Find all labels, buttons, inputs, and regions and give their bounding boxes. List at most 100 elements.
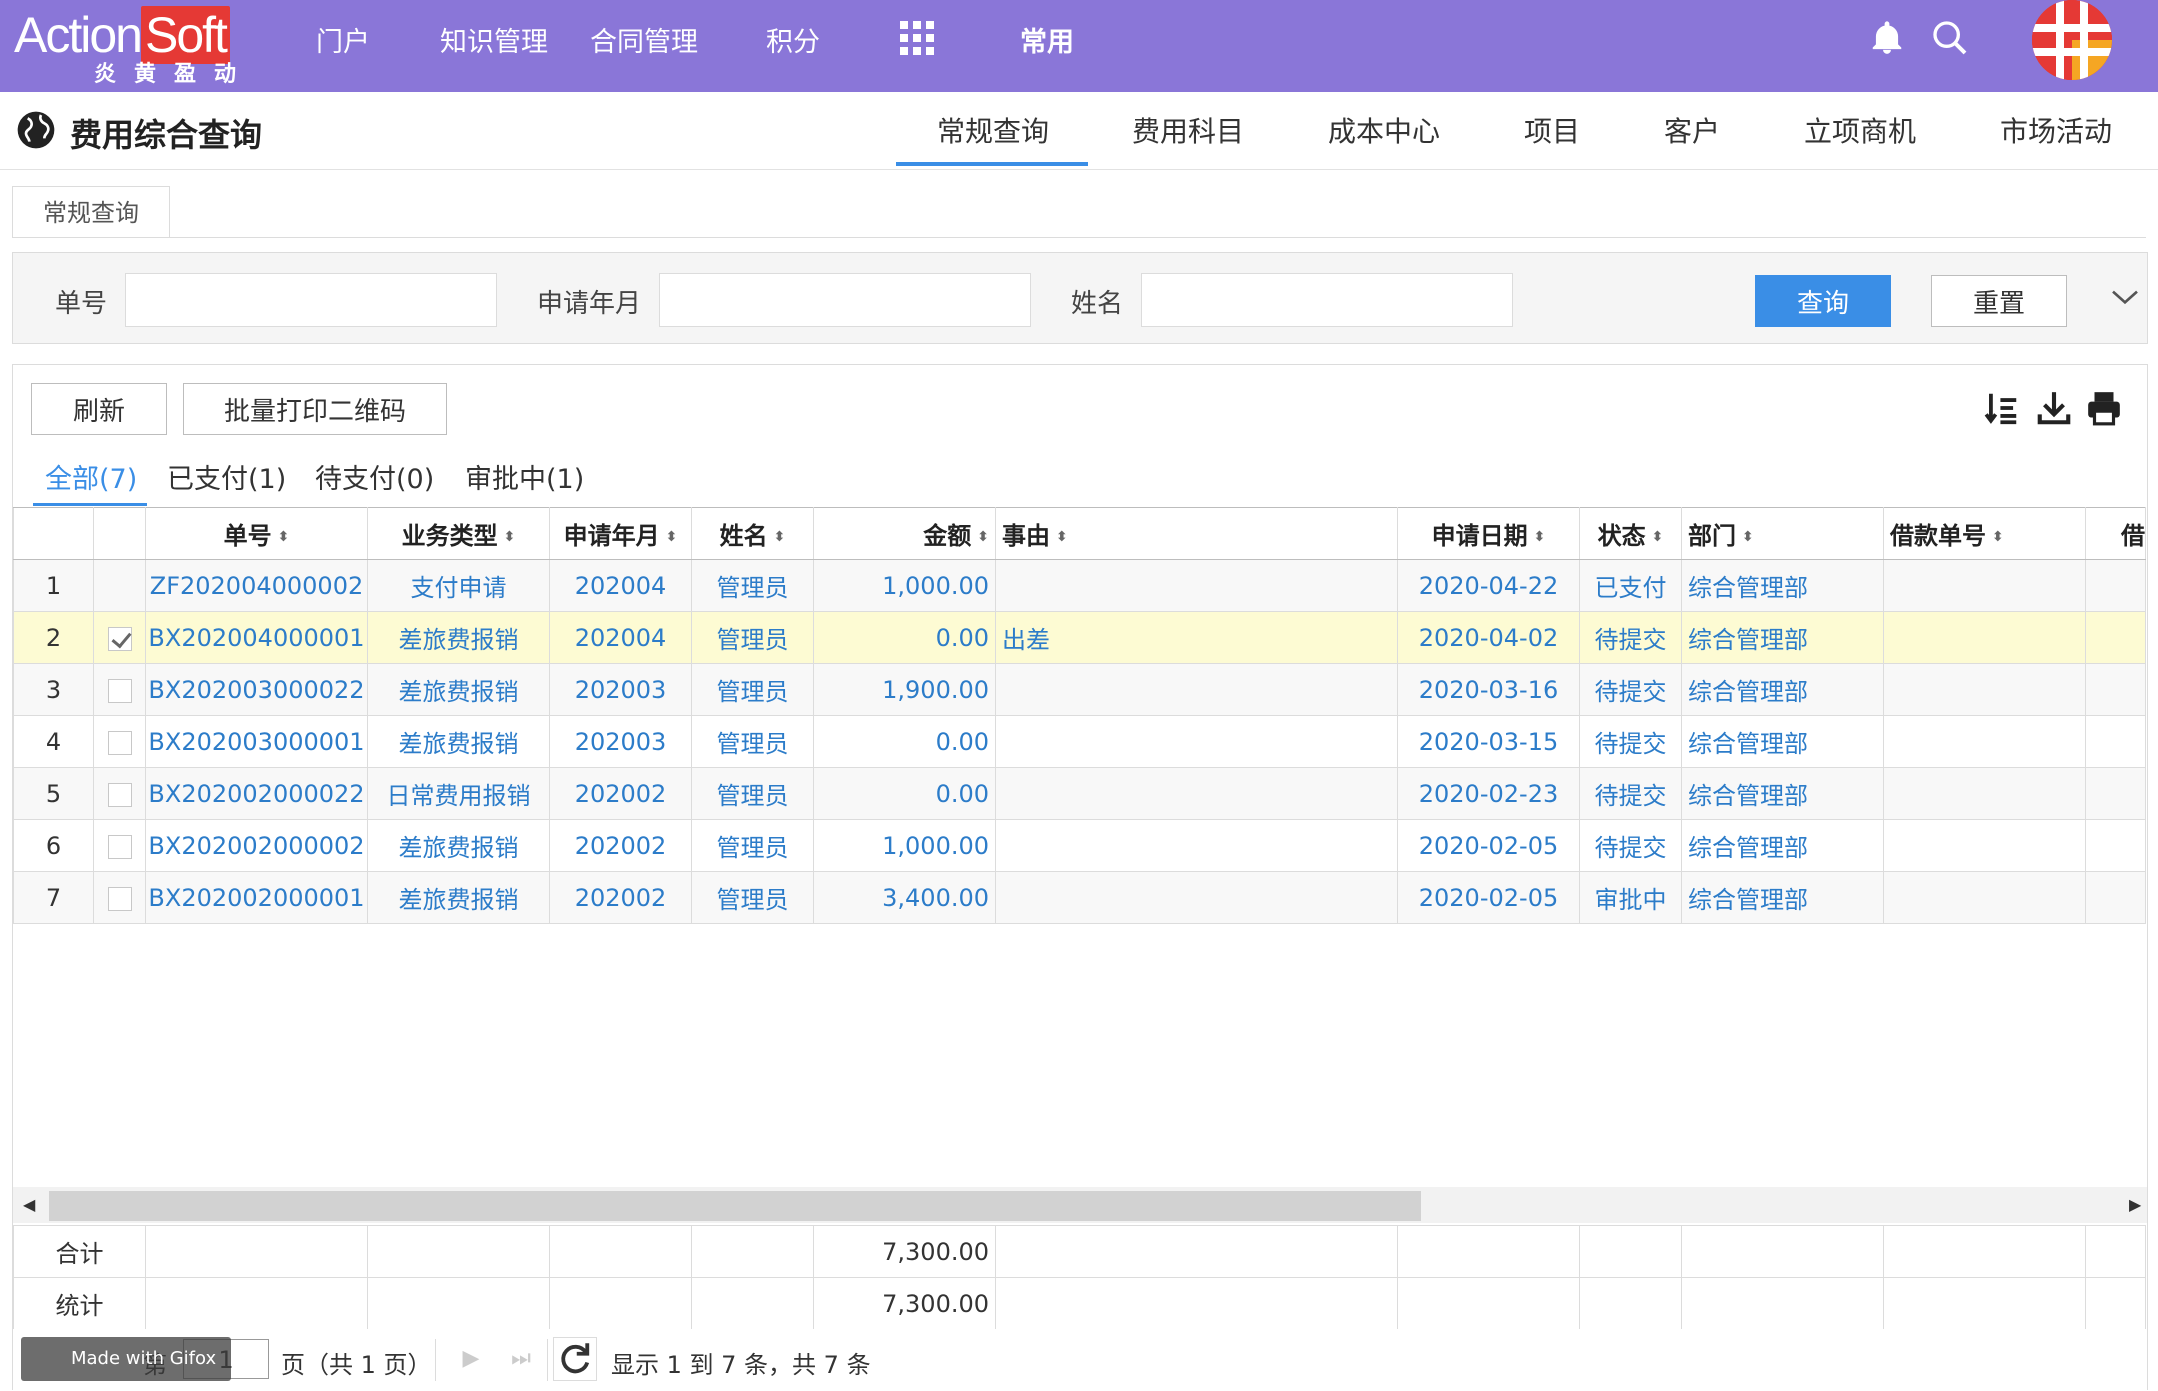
order-no-link[interactable]: BX202002000022 <box>145 767 368 820</box>
nav-common[interactable]: 常用 <box>1020 20 1074 59</box>
date-cell[interactable]: 2020-04-02 <box>1397 611 1580 664</box>
row-checkbox[interactable] <box>107 730 132 755</box>
print-icon[interactable] <box>2085 389 2123 427</box>
nav-points[interactable]: 积分 <box>766 20 820 59</box>
col-type[interactable]: 业务类型 ⬍ <box>367 507 550 560</box>
date-cell[interactable]: 2020-02-23 <box>1397 767 1580 820</box>
scroll-left-icon[interactable]: ◀ <box>23 1195 35 1214</box>
chevron-down-icon[interactable] <box>2109 281 2141 313</box>
sort-icon[interactable]: ⬍ <box>278 529 290 545</box>
loan-no-cell[interactable] <box>1883 559 2086 612</box>
month-cell[interactable]: 202002 <box>549 871 692 924</box>
month-cell[interactable]: 202004 <box>549 559 692 612</box>
loan-no-cell[interactable] <box>1883 663 2086 716</box>
sort-icon[interactable]: ⬍ <box>1056 529 1068 545</box>
type-cell[interactable]: 差旅费报销 <box>367 715 550 768</box>
name-cell[interactable]: 管理员 <box>691 663 814 716</box>
col-loan-no[interactable]: 借款单号 ⬍ <box>1883 507 2086 560</box>
nav-contract[interactable]: 合同管理 <box>590 20 698 59</box>
row-select[interactable] <box>93 871 146 924</box>
sort-icon[interactable]: ⬍ <box>774 529 786 545</box>
reason-cell[interactable] <box>995 871 1398 924</box>
subtab-regular-query[interactable]: 常规查询 <box>12 186 170 238</box>
status-cell[interactable]: 待提交 <box>1579 819 1682 872</box>
dept-cell[interactable]: 综合管理部 <box>1681 871 1884 924</box>
reason-cell[interactable] <box>995 715 1398 768</box>
order-no-link[interactable]: BX202003000022 <box>145 663 368 716</box>
row-checkbox[interactable] <box>107 782 132 807</box>
last-page-icon[interactable]: ⏭ <box>503 1341 539 1377</box>
status-cell[interactable]: 待提交 <box>1579 663 1682 716</box>
avatar[interactable] <box>2032 0 2112 80</box>
month-cell[interactable]: 202003 <box>549 715 692 768</box>
table-row[interactable]: 3 BX202003000022 差旅费报销 202003 管理员 1,900.00 202… <box>13 663 2146 716</box>
tab-marketing[interactable]: 市场活动 <box>2000 110 2112 150</box>
type-cell[interactable]: 差旅费报销 <box>367 871 550 924</box>
loan-no-cell[interactable] <box>1883 715 2086 768</box>
reason-cell[interactable] <box>995 559 1398 612</box>
name-cell[interactable]: 管理员 <box>691 819 814 872</box>
col-amount[interactable]: 金额 ⬍ <box>813 507 996 560</box>
tab-expense-subject[interactable]: 费用科目 <box>1132 110 1244 150</box>
download-icon[interactable] <box>2035 389 2073 427</box>
row-checkbox[interactable] <box>107 626 132 651</box>
name-cell[interactable]: 管理员 <box>691 715 814 768</box>
loan-no-cell[interactable] <box>1883 611 2086 664</box>
dept-cell[interactable]: 综合管理部 <box>1681 715 1884 768</box>
order-no-input[interactable] <box>125 273 497 327</box>
order-no-link[interactable]: BX202004000001 <box>145 611 368 664</box>
refresh-button[interactable]: 刷新 <box>31 383 167 435</box>
table-row[interactable]: 7 BX202002000001 差旅费报销 202002 管理员 3,400.00 202… <box>13 871 2146 924</box>
row-select[interactable] <box>93 819 146 872</box>
month-cell[interactable]: 202002 <box>549 767 692 820</box>
col-order-no[interactable]: 单号 ⬍ <box>145 507 368 560</box>
type-cell[interactable]: 日常费用报销 <box>367 767 550 820</box>
name-cell[interactable]: 管理员 <box>691 871 814 924</box>
sort-icon[interactable]: ⬍ <box>977 529 989 545</box>
status-cell[interactable]: 审批中 <box>1579 871 1682 924</box>
row-select[interactable] <box>93 611 146 664</box>
status-cell[interactable]: 待提交 <box>1579 767 1682 820</box>
status-cell[interactable]: 已支付 <box>1579 559 1682 612</box>
sort-icon[interactable]: ⬍ <box>504 529 516 545</box>
amount-cell[interactable]: 0.00 <box>813 611 996 664</box>
col-dept[interactable]: 部门 ⬍ <box>1681 507 1884 560</box>
amount-cell[interactable]: 0.00 <box>813 767 996 820</box>
dept-cell[interactable]: 综合管理部 <box>1681 559 1884 612</box>
status-cell[interactable]: 待提交 <box>1579 715 1682 768</box>
sort-icon[interactable]: ⬍ <box>666 529 678 545</box>
sort-icon[interactable] <box>1983 389 2021 427</box>
sort-icon[interactable]: ⬍ <box>1742 529 1754 545</box>
apps-grid-icon[interactable] <box>900 21 934 55</box>
col-apply-date[interactable]: 申请日期 ⬍ <box>1397 507 1580 560</box>
type-cell[interactable]: 差旅费报销 <box>367 819 550 872</box>
sort-icon[interactable]: ⬍ <box>1652 529 1664 545</box>
filter-tab-pending-pay[interactable]: 待支付(0) <box>315 457 434 496</box>
order-no-link[interactable]: BX202003000001 <box>145 715 368 768</box>
amount-cell[interactable]: 0.00 <box>813 715 996 768</box>
col-name[interactable]: 姓名 ⬍ <box>691 507 814 560</box>
row-select[interactable] <box>93 663 146 716</box>
tab-regular-query[interactable]: 常规查询 <box>937 110 1049 150</box>
table-row[interactable]: 2 BX202004000001 差旅费报销 202004 管理员 0.00 出差 2020-… <box>13 611 2146 664</box>
sort-icon[interactable]: ⬍ <box>1534 529 1546 545</box>
batch-print-qr-button[interactable]: 批量打印二维码 <box>183 383 447 435</box>
amount-cell[interactable]: 1,900.00 <box>813 663 996 716</box>
reason-cell[interactable] <box>995 819 1398 872</box>
refresh-icon[interactable] <box>553 1337 597 1381</box>
filter-tab-all[interactable]: 全部(7) <box>45 457 137 496</box>
reset-button[interactable]: 重置 <box>1931 275 2067 327</box>
row-checkbox[interactable] <box>107 834 132 859</box>
col-more[interactable]: 借 <box>2085 507 2146 560</box>
table-row[interactable]: 4 BX202003000001 差旅费报销 202003 管理员 0.00 2020-03… <box>13 715 2146 768</box>
dept-cell[interactable]: 综合管理部 <box>1681 819 1884 872</box>
date-cell[interactable]: 2020-03-15 <box>1397 715 1580 768</box>
amount-cell[interactable]: 1,000.00 <box>813 559 996 612</box>
name-cell[interactable]: 管理员 <box>691 559 814 612</box>
month-cell[interactable]: 202003 <box>549 663 692 716</box>
type-cell[interactable]: 差旅费报销 <box>367 663 550 716</box>
filter-tab-paid[interactable]: 已支付(1) <box>167 457 286 496</box>
reason-cell[interactable] <box>995 767 1398 820</box>
tab-project[interactable]: 项目 <box>1524 110 1580 150</box>
actionsoft-logo[interactable]: ActionSoft 炎黄盈动 <box>14 6 264 87</box>
